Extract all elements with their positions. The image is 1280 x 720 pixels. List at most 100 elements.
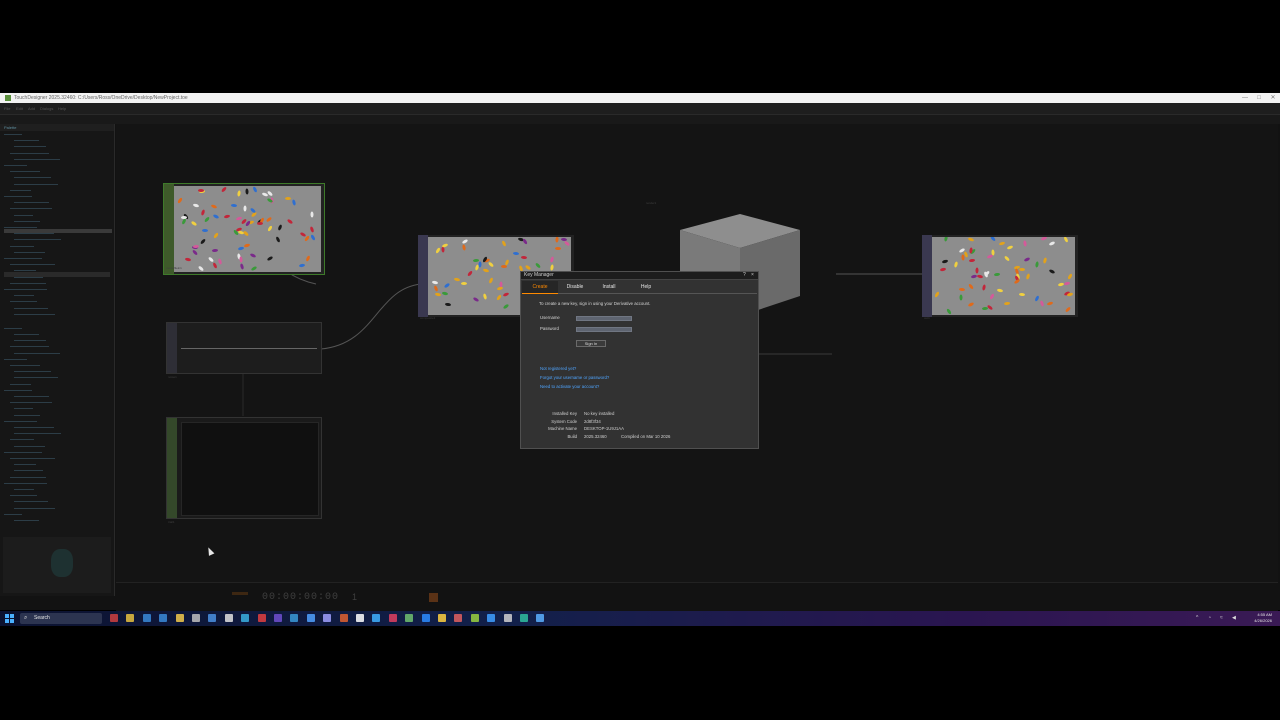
node-trail1[interactable]	[166, 417, 322, 519]
palette-tree-item[interactable]	[10, 171, 40, 173]
taskbar-app-icon[interactable]	[388, 614, 397, 622]
taskbar-app-icon[interactable]	[257, 614, 266, 622]
palette-tree-item[interactable]	[10, 458, 55, 459]
taskbar-app-icon[interactable]	[159, 614, 168, 622]
palette-selected-item[interactable]	[4, 229, 112, 233]
palette-tree-item[interactable]	[14, 140, 39, 142]
node-out1[interactable]	[922, 235, 1078, 317]
palette-tree-item[interactable]	[14, 396, 49, 397]
palette-tree-item[interactable]	[14, 507, 55, 509]
palette-tree-item[interactable]	[14, 340, 46, 342]
node-noise1[interactable]	[166, 322, 322, 374]
taskbar-app-icon[interactable]	[438, 614, 446, 622]
play-button[interactable]	[429, 593, 438, 602]
palette-tree-item[interactable]	[14, 334, 39, 335]
palette-tree-item[interactable]	[10, 346, 49, 348]
tray-clock[interactable]: 4:55 AM 4/26/2026	[1254, 612, 1272, 624]
taskbar-app-icon[interactable]	[175, 614, 184, 622]
palette-tree-item[interactable]	[10, 282, 46, 284]
volume-icon[interactable]: ◀	[1232, 615, 1237, 621]
taskbar-app-icon[interactable]	[536, 614, 545, 622]
palette-tree-item[interactable]	[4, 482, 47, 484]
taskbar-app-icon[interactable]	[470, 614, 479, 622]
palette-tree-item[interactable]	[10, 152, 49, 154]
palette-tree-item[interactable]	[4, 327, 22, 329]
taskbar-app-icon[interactable]	[241, 614, 250, 622]
palette-tree-item[interactable]	[4, 196, 32, 197]
palette-tree-item[interactable]	[10, 495, 37, 497]
palette-tree-item[interactable]	[10, 402, 52, 404]
password-input[interactable]	[576, 327, 632, 332]
taskbar-app-icon[interactable]	[274, 614, 282, 622]
maximize-button[interactable]: □	[1252, 93, 1266, 103]
palette-tree-item[interactable]	[14, 177, 51, 179]
palette-tree-item[interactable]	[10, 264, 55, 266]
palette-tree-item[interactable]	[14, 146, 46, 148]
taskbar-app-icon[interactable]	[339, 614, 348, 622]
palette-tree-item[interactable]	[4, 420, 37, 422]
key-manager-close-button[interactable]: ×	[751, 272, 754, 279]
palette-tree-item[interactable]	[10, 383, 31, 385]
palette-tree-item[interactable]	[4, 451, 42, 453]
palette-tree-item[interactable]	[14, 352, 60, 354]
taskbar-app-icon[interactable]	[323, 614, 332, 622]
frame-number[interactable]: 1	[352, 592, 357, 602]
menu-edit[interactable]: Edit	[16, 103, 23, 114]
minimize-button[interactable]: —	[1238, 93, 1252, 103]
taskbar-app-icon[interactable]	[192, 614, 200, 622]
palette-tree-item[interactable]	[4, 389, 32, 391]
sign-in-button[interactable]: Sign In	[576, 340, 606, 347]
activate-account-link[interactable]: Need to activate your account?	[540, 384, 599, 390]
palette-tree-item[interactable]	[4, 513, 22, 515]
taskbar-app-icon[interactable]	[503, 614, 512, 622]
palette-tree-item[interactable]	[10, 439, 34, 441]
forgot-credentials-link[interactable]: Forgot your username or password?	[540, 375, 609, 381]
tab-create[interactable]: Create	[522, 281, 558, 294]
menu-dialogs[interactable]: Dialogs	[40, 103, 53, 114]
palette-tree-item[interactable]	[4, 134, 22, 135]
taskbar-app-icon[interactable]	[208, 614, 217, 622]
palette-tree-item[interactable]	[14, 220, 40, 222]
taskbar-app-icon[interactable]	[487, 614, 496, 622]
taskbar-app-icon[interactable]	[454, 614, 463, 622]
palette-tree-item[interactable]	[10, 208, 52, 210]
taskbar-search[interactable]: ⌕ Search	[20, 613, 102, 624]
taskbar-app-icon[interactable]	[356, 614, 364, 622]
palette-tree-item[interactable]	[4, 289, 47, 290]
tab-disable[interactable]: Disable	[558, 281, 592, 293]
palette-tree-item[interactable]	[14, 433, 61, 435]
palette-tree-item[interactable]	[14, 489, 34, 490]
palette-tree-item[interactable]	[14, 371, 51, 373]
palette-tree-item[interactable]	[14, 501, 48, 503]
palette-tree-item[interactable]	[14, 445, 45, 447]
palette-tree-item[interactable]	[14, 408, 33, 410]
taskbar-app-icon[interactable]	[224, 614, 233, 622]
tray-chevron-icon[interactable]: ^	[1196, 615, 1201, 621]
palette-tree-item[interactable]	[14, 251, 45, 253]
tab-help[interactable]: Help	[626, 281, 666, 293]
taskbar-app-icon[interactable]	[405, 614, 414, 622]
palette-tree-item[interactable]	[10, 301, 37, 303]
palette-tree-item[interactable]	[14, 464, 36, 466]
palette-tree-item[interactable]	[4, 358, 27, 360]
taskbar-app-icon[interactable]	[142, 614, 151, 622]
palette-tree-item[interactable]	[14, 295, 34, 297]
menu-help[interactable]: Help	[58, 103, 66, 114]
menu-add[interactable]: Add	[28, 103, 35, 114]
taskbar-app-icon[interactable]	[126, 614, 135, 622]
taskbar-app-icon[interactable]	[372, 614, 381, 622]
palette-tree-item[interactable]	[10, 189, 31, 191]
windows-start-icon[interactable]	[5, 614, 14, 623]
palette-tree-item[interactable]	[10, 476, 46, 478]
palette-tree-item[interactable]	[10, 245, 34, 247]
palette-tree-item[interactable]	[14, 427, 54, 428]
palette-tree-item[interactable]	[4, 227, 37, 228]
wifi-icon[interactable]: ≈	[1220, 615, 1225, 621]
palette-tree-item[interactable]	[4, 258, 42, 259]
palette-tree-item[interactable]	[14, 377, 58, 379]
palette-tree-item[interactable]	[4, 165, 27, 166]
taskbar-app-icon[interactable]	[421, 614, 430, 622]
key-manager-help-button[interactable]: ?	[743, 272, 746, 279]
close-button[interactable]: ✕	[1266, 93, 1280, 103]
palette-tree-item[interactable]	[14, 233, 54, 235]
